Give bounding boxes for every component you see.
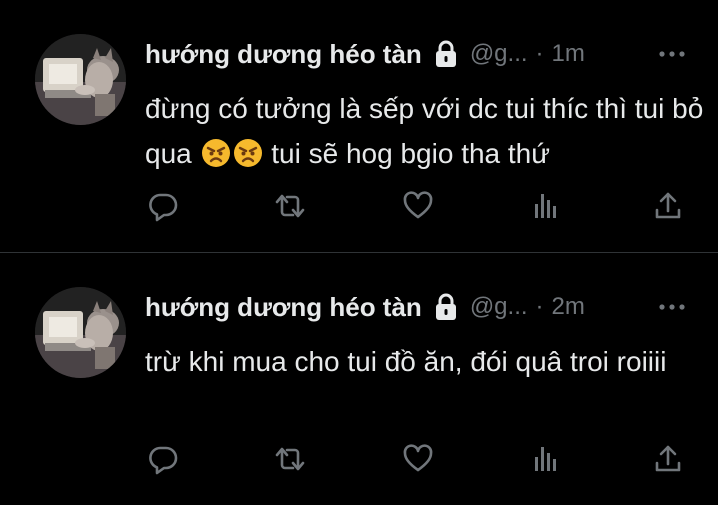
angry-face-emoji-icon [201, 136, 231, 167]
author-name[interactable]: hướng dương héo tàn [145, 292, 422, 323]
heart-icon [403, 444, 433, 472]
retweet-button[interactable] [274, 443, 306, 475]
tweet[interactable]: hướng dương héo tàn @g... · 2m trừ khi m… [0, 253, 718, 505]
timestamp[interactable]: 1m [552, 40, 585, 68]
reply-button[interactable] [147, 190, 179, 222]
share-button[interactable] [652, 443, 684, 475]
tweet-text-part2: tui sẽ hog bgio tha thứ [263, 138, 550, 169]
retweet-icon [275, 194, 305, 218]
action-bar [0, 186, 718, 226]
like-button[interactable] [402, 443, 434, 475]
heart-icon [403, 191, 433, 219]
views-button[interactable] [530, 443, 562, 475]
angry-face-emoji-icon [233, 136, 263, 167]
tweet-header: hướng dương héo tàn @g... · 1m [145, 36, 585, 72]
views-icon [535, 447, 556, 471]
tweet-text-part1: trừ khi mua cho tui đồ ăn, đói quâ troi … [145, 346, 667, 377]
views-icon [535, 194, 556, 218]
timestamp[interactable]: 2m [552, 293, 585, 321]
separator-dot: · [535, 293, 544, 320]
author-name[interactable]: hướng dương héo tàn [145, 39, 422, 70]
retweet-button[interactable] [274, 190, 306, 222]
separator-dot: · [535, 40, 544, 67]
tweet[interactable]: hướng dương héo tàn @g... · 1m đừng có t… [0, 0, 718, 252]
lock-icon [434, 293, 458, 321]
like-button[interactable] [402, 190, 434, 222]
avatar-image [35, 287, 126, 378]
share-icon [655, 192, 681, 219]
reply-icon [149, 193, 178, 222]
author-handle[interactable]: @g... [470, 40, 528, 68]
more-icon[interactable] [654, 44, 690, 64]
tweet-text: đừng có tưởng là sếp với dc tui thíc thì… [145, 86, 705, 176]
views-button[interactable] [530, 190, 562, 222]
share-button[interactable] [652, 190, 684, 222]
lock-icon [434, 40, 458, 68]
tweet-header: hướng dương héo tàn @g... · 2m [145, 289, 585, 325]
tweet-text: trừ khi mua cho tui đồ ăn, đói quâ troi … [145, 339, 705, 384]
share-icon [655, 445, 681, 472]
retweet-icon [275, 447, 305, 471]
avatar[interactable] [35, 34, 126, 125]
avatar-image [35, 34, 126, 125]
more-icon[interactable] [654, 297, 690, 317]
action-bar [0, 439, 718, 479]
reply-button[interactable] [147, 443, 179, 475]
author-handle[interactable]: @g... [470, 293, 528, 321]
reply-icon [149, 446, 178, 475]
avatar[interactable] [35, 287, 126, 378]
